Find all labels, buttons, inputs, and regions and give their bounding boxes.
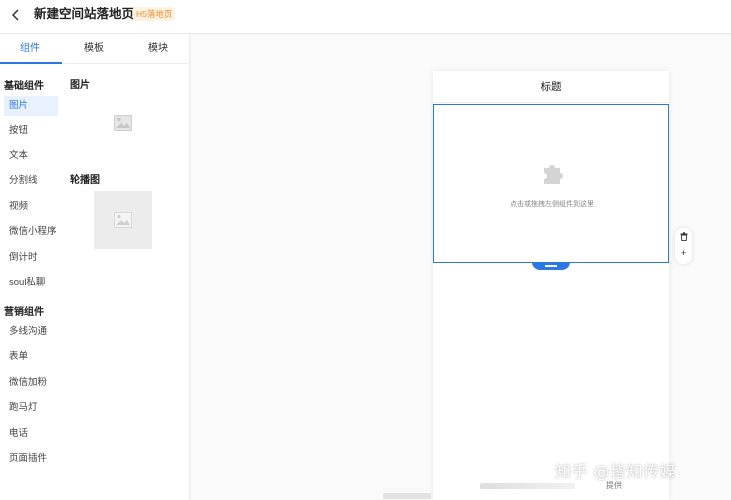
basic-components-header: 基础组件 — [4, 81, 44, 92]
tab-components[interactable]: 组件 — [0, 34, 60, 64]
category-phone[interactable]: 电话 — [4, 424, 58, 444]
category-divider[interactable]: 分割线 — [4, 171, 58, 191]
puzzle-icon — [544, 165, 563, 184]
image-placeholder-icon — [114, 212, 132, 228]
component-toolbar: + — [675, 228, 692, 264]
page-type-badge: H5落地页 — [133, 7, 176, 21]
image-widget[interactable] — [94, 94, 152, 152]
phone-page-title[interactable]: 标题 — [433, 71, 669, 103]
drop-hint-text: 点击或拖拽左侧组件到这里 — [510, 201, 594, 208]
tab-modules[interactable]: 模块 — [128, 34, 188, 64]
blurred-footer-text — [480, 483, 575, 489]
category-wechat-follow[interactable]: 微信加粉 — [4, 373, 58, 393]
marketing-components-header: 营销组件 — [4, 307, 44, 318]
handle-grip — [545, 265, 557, 267]
active-tab-indicator — [0, 62, 62, 64]
category-text[interactable]: 文本 — [4, 146, 58, 166]
widget-title-image: 图片 — [70, 80, 90, 91]
category-form[interactable]: 表单 — [4, 347, 58, 367]
category-image[interactable]: 图片 — [4, 96, 58, 116]
blurred-bottom-text — [383, 493, 431, 499]
phone-preview: 标题 点击或拖拽左侧组件到这里 — [433, 71, 669, 500]
widget-title-carousel: 轮播图 — [70, 175, 100, 186]
category-countdown[interactable]: 倒计时 — [4, 248, 58, 268]
add-button[interactable]: + — [675, 246, 692, 260]
category-soul-chat[interactable]: soul私聊 — [4, 273, 58, 293]
category-page-plugin[interactable]: 页面插件 — [4, 449, 58, 469]
category-marquee[interactable]: 跑马灯 — [4, 398, 58, 418]
category-multi-line[interactable]: 多线沟通 — [4, 322, 58, 342]
image-placeholder-icon — [114, 115, 132, 131]
category-button[interactable]: 按钮 — [4, 121, 58, 141]
category-mini-program[interactable]: 微信小程序 — [4, 222, 58, 242]
chevron-left-icon[interactable] — [8, 7, 24, 23]
panel-tabs: 组件 模板 模块 — [0, 34, 190, 64]
component-panel: 组件 模板 模块 基础组件 图片 按钮 文本 分割线 视频 微信小程序 倒计时 … — [0, 34, 190, 500]
watermark: 知乎 @皆知传媒 — [555, 462, 677, 481]
category-video[interactable]: 视频 — [4, 197, 58, 217]
delete-button[interactable] — [675, 231, 692, 245]
trash-icon — [680, 232, 687, 242]
tab-templates[interactable]: 模板 — [64, 34, 124, 64]
top-bar: 新建空间站落地页 H5落地页 — [0, 0, 731, 34]
page-title: 新建空间站落地页 — [34, 7, 135, 21]
component-drop-zone[interactable]: 点击或拖拽左侧组件到这里 — [433, 104, 669, 263]
carousel-widget[interactable] — [94, 191, 152, 249]
resize-handle[interactable] — [532, 262, 570, 270]
